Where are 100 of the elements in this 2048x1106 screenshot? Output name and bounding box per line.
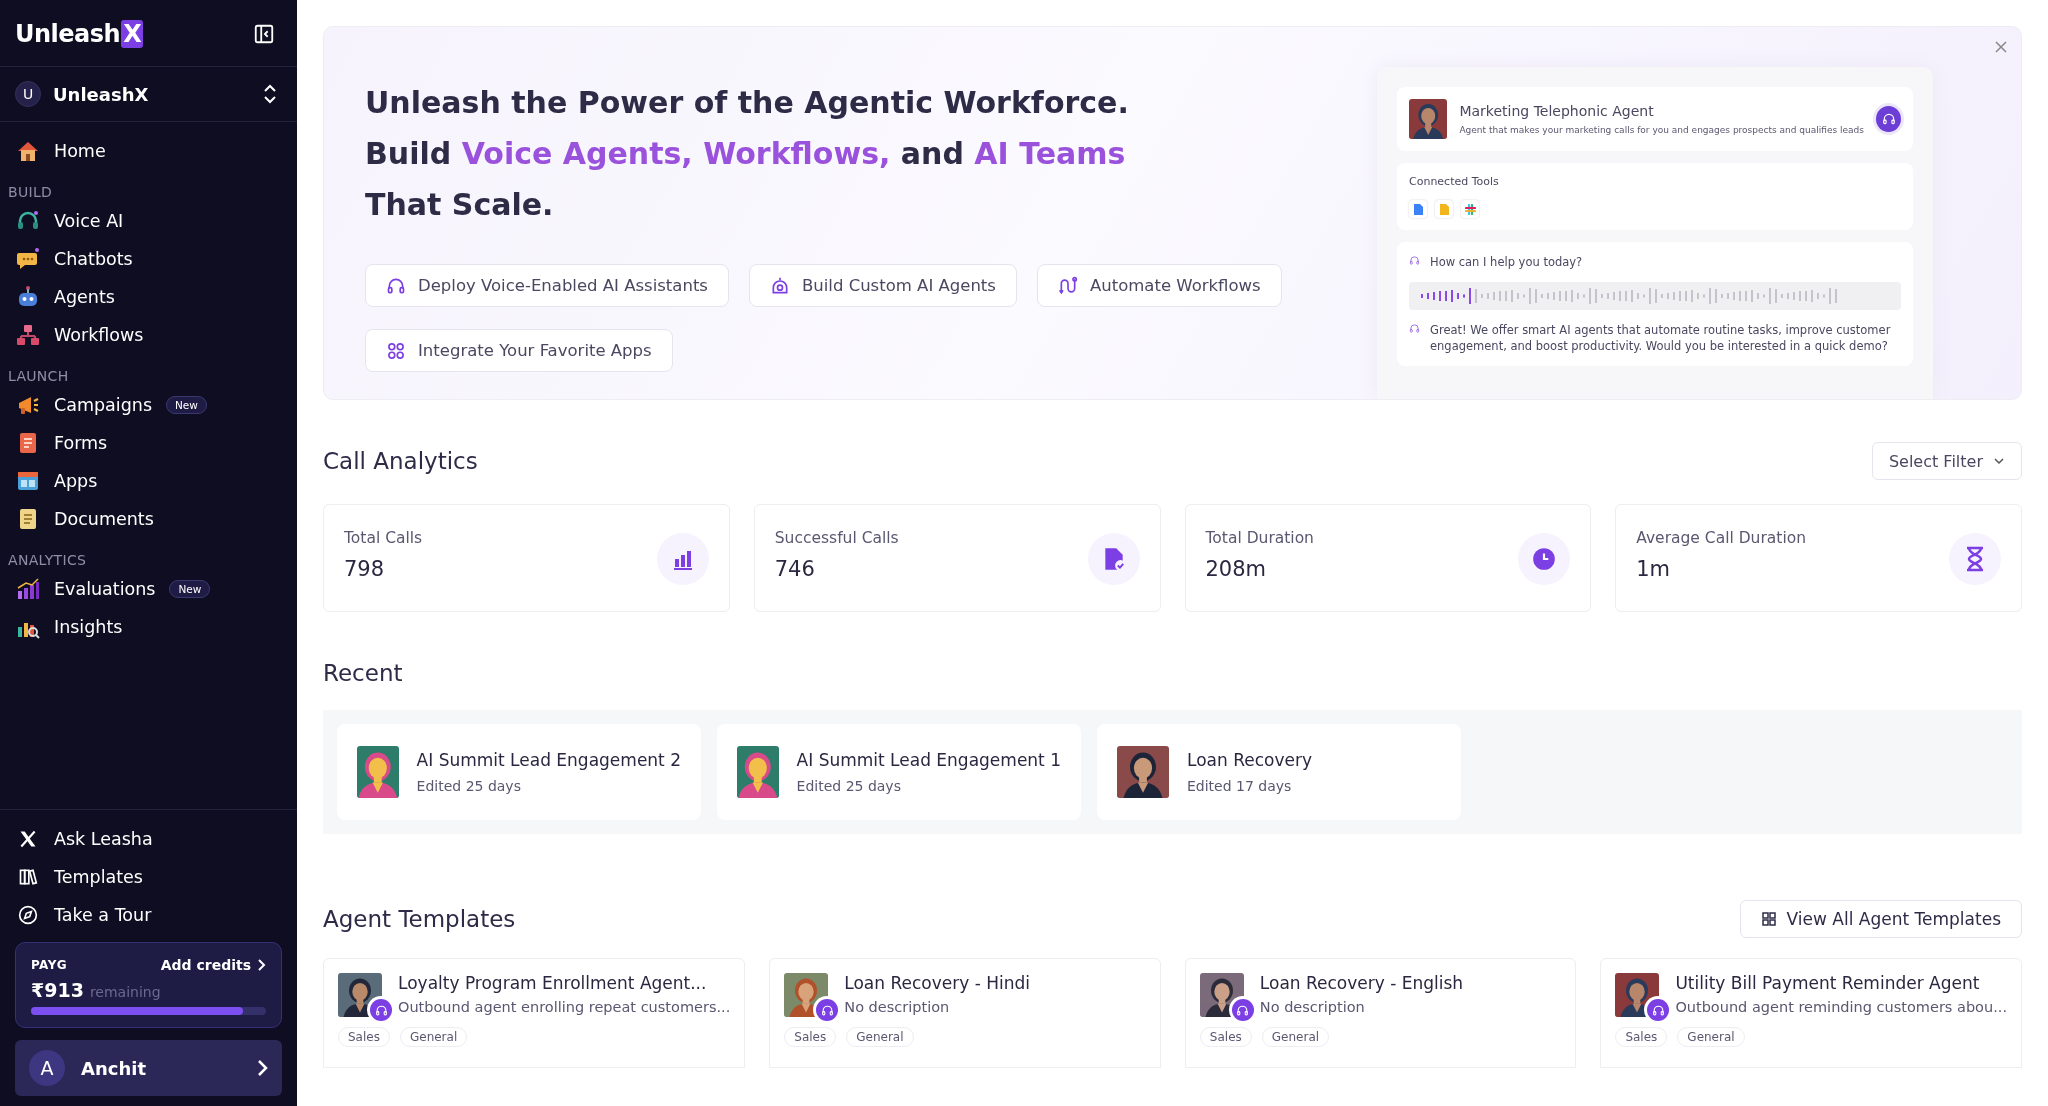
workspace-name: UnleashX (53, 83, 150, 105)
label: Evaluations (54, 579, 156, 599)
close-icon[interactable] (1993, 39, 2009, 55)
template-description: Outbound agent enrolling repeat customers... (398, 999, 731, 1015)
credit-amount: ₹913 (31, 979, 84, 1001)
headset-badge-icon (370, 999, 392, 1021)
headset-badge-icon (1231, 999, 1254, 1021)
headset-icon (1876, 106, 1901, 132)
agent-description: Agent that makes your marketing calls for you and engages prospects and qualifies leads (1459, 125, 1864, 135)
nav-item[interactable]: Apps (0, 462, 297, 500)
plan-label: PAYG (31, 958, 67, 972)
collapse-sidebar-icon[interactable] (253, 23, 275, 45)
feature-chip[interactable]: Automate Workflows (1036, 264, 1282, 307)
label: Documents (54, 509, 154, 529)
stat-value: 746 (774, 557, 816, 581)
recent-card[interactable]: Loan Recovery Edited 17 days (1097, 724, 1461, 820)
nav-item[interactable]: Voice AI (0, 202, 297, 240)
feature-chip[interactable]: Deploy Voice-Enabled AI Assistants (365, 264, 729, 307)
sidebar-link[interactable]: Templates (15, 858, 282, 896)
nav-item[interactable]: Campaigns New (0, 386, 297, 424)
stat-value: 208m (1205, 557, 1268, 581)
recent-meta: Edited 17 days (1187, 778, 1293, 794)
template-title: Utility Bill Payment Reminder Agent (1675, 973, 1981, 993)
template-card[interactable]: Loyalty Program Enrollment Agent... Outbound agent enrolling repeat customers... Sales General (323, 958, 746, 1068)
nav-item[interactable]: Workflows (0, 316, 297, 354)
stat-value: 798 (344, 557, 386, 581)
label: Take a Tour (54, 905, 152, 925)
section-title: Agent Templates (323, 906, 516, 932)
headset-badge-icon (816, 999, 839, 1021)
recent-card[interactable]: AI Summit Lead Engagement 2 Edited 25 days (337, 724, 701, 820)
label: Apps (54, 471, 98, 491)
label: Agents (54, 287, 115, 307)
nav-item[interactable]: Documents (0, 500, 297, 538)
label: Templates (54, 867, 143, 887)
sidebar-link[interactable]: Ask Leasha (15, 820, 282, 858)
books-icon (18, 867, 38, 887)
feature-chip[interactable]: Integrate Your Favorite Apps (365, 329, 673, 372)
app-window-icon (16, 469, 40, 493)
nav-item[interactable]: Chatbots (0, 240, 297, 278)
recent-meta: Edited 25 days (796, 778, 902, 794)
x-logo-icon (18, 829, 38, 849)
headset-badge-icon (1647, 999, 1670, 1021)
nav-item[interactable]: Agents (0, 278, 297, 316)
grid-icon (1760, 911, 1777, 927)
new-badge: New (169, 580, 211, 598)
add-credits-link[interactable]: Add credits (160, 957, 266, 973)
label: Workflows (54, 325, 144, 345)
nav-item[interactable]: Evaluations New (0, 570, 297, 608)
chat-message: How can I help you today? (1430, 254, 1583, 270)
feature-chip[interactable]: Build Custom AI Agents (748, 264, 1017, 307)
clock-icon (1531, 546, 1558, 572)
user-menu[interactable]: A Anchit (15, 1040, 282, 1096)
house-icon (16, 139, 40, 163)
template-description: No description (1259, 999, 1366, 1015)
chevron-right-icon (257, 959, 266, 971)
headline-line: Build Voice Agents, Workflows, and AI Teams (365, 135, 1127, 173)
recent-title: AI Summit Lead Engagement 2 (416, 750, 681, 770)
compass-icon (18, 905, 38, 925)
stat-label: Successful Calls (774, 529, 899, 547)
route-icon (1057, 275, 1078, 296)
bar-chart-icon (16, 577, 40, 601)
hierarchy-icon (16, 323, 40, 347)
template-card[interactable]: Utility Bill Payment Reminder Agent Outbound agent reminding customers abou... Sales General (1600, 958, 2022, 1068)
section-title: Recent (323, 660, 404, 686)
credit-note: remaining (89, 984, 161, 1000)
stat-label: Total Calls (344, 529, 423, 547)
template-title: Loan Recovery - Hindi (844, 973, 1031, 993)
workspace-switcher[interactable]: U UnleashX (0, 67, 297, 122)
nav-item[interactable]: Home (0, 132, 297, 170)
chat-message: Great! We offer smart AI agents that automate routine tasks, improve customer engagement, and boost productivity. Would you be interested in a quick demo? (1430, 322, 1892, 354)
nav-item[interactable]: Insights (0, 608, 297, 646)
chevron-down-icon (1993, 457, 2005, 465)
label: Ask Leasha (54, 829, 153, 849)
template-card[interactable]: Loan Recovery - English No description Sales General (1184, 958, 1577, 1068)
chevron-right-icon (256, 1059, 268, 1077)
section-heading: ANALYTICS (7, 551, 88, 570)
recent-meta: Edited 25 days (416, 778, 522, 794)
stat-label: Total Duration (1205, 529, 1314, 547)
section-heading: BUILD (7, 183, 54, 202)
filter-dropdown[interactable]: Select Filter (1871, 442, 2022, 480)
logo: Unleash X (15, 20, 144, 48)
template-card[interactable]: Loan Recovery - Hindi No description Sales General (769, 958, 1161, 1068)
headline-line: That Scale. (365, 186, 555, 224)
recent-card[interactable]: AI Summit Lead Engagement 1 Edited 25 days (717, 724, 1081, 820)
label: Voice AI (54, 211, 124, 231)
nav-item[interactable]: Forms (0, 424, 297, 462)
user-name: Anchit (81, 1057, 147, 1079)
section-heading: LAUNCH (7, 367, 70, 386)
view-all-button[interactable]: View All Agent Templates (1739, 900, 2022, 938)
recent-title: AI Summit Lead Engagement 1 (796, 750, 1061, 770)
apps-grid-icon (386, 340, 406, 361)
label: Forms (54, 433, 108, 453)
label: Campaigns (54, 395, 152, 415)
tools-title: Connected Tools (1409, 175, 1500, 188)
chat-bubble-icon (16, 247, 40, 271)
template-description: Outbound agent reminding customers abou... (1675, 999, 2007, 1015)
avatar-initial: A (29, 1050, 65, 1086)
template-description: No description (844, 999, 951, 1015)
robot-icon (16, 285, 40, 309)
sidebar-link[interactable]: Take a Tour (15, 896, 282, 934)
